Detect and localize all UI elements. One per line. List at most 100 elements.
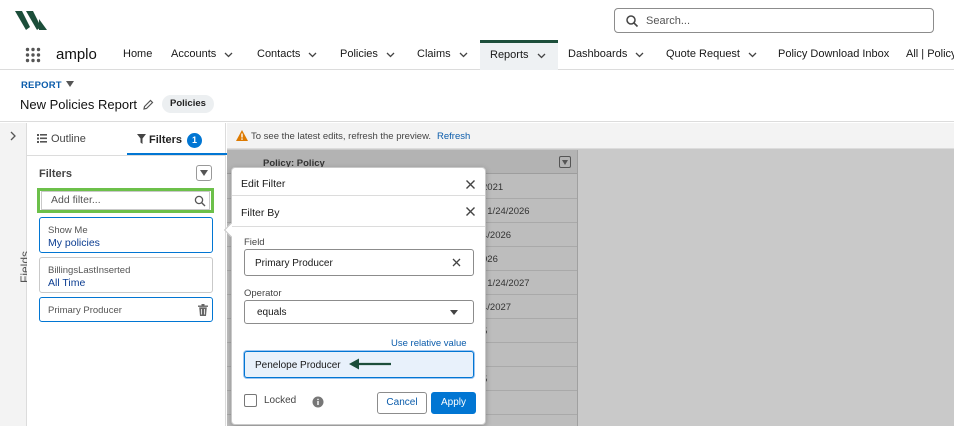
- report-type-badge: Policies: [162, 95, 214, 113]
- chevron-down-icon[interactable]: [386, 50, 395, 59]
- add-filter-highlight: Add filter...: [37, 188, 214, 213]
- trash-icon[interactable]: [198, 304, 208, 316]
- nav-item-all-policy[interactable]: All | Policy: [896, 40, 954, 70]
- close-icon[interactable]: [465, 179, 476, 190]
- tab-outline-label: Outline: [51, 133, 86, 145]
- operator-label: Operator: [244, 288, 282, 299]
- edit-filter-popover: Edit Filter Filter By Field Primary Prod…: [223, 167, 486, 425]
- filters-heading: Filters: [39, 168, 73, 180]
- cancel-button[interactable]: Cancel: [377, 392, 427, 414]
- list-icon: [37, 134, 47, 143]
- nav-item-label: Policies: [340, 48, 378, 60]
- arrow-left-icon: [349, 358, 391, 370]
- chevron-down-icon[interactable]: [459, 50, 468, 59]
- use-relative-value-link[interactable]: Use relative value: [391, 338, 467, 349]
- filter-card-show-me[interactable]: Show Me My policies: [39, 217, 213, 253]
- nav-item-contacts[interactable]: Contacts: [247, 40, 329, 70]
- clear-icon[interactable]: [452, 258, 461, 267]
- nav-item-label: Policy Download Inbox: [778, 48, 890, 60]
- tab-filters[interactable]: Filters 1: [137, 133, 203, 148]
- filter-card-primary-producer[interactable]: Primary Producer: [39, 297, 213, 322]
- info-icon[interactable]: [312, 396, 324, 408]
- filters-count-badge: 1: [187, 133, 203, 148]
- top-bar: Search...: [0, 0, 954, 40]
- notice-text: To see the latest edits, refresh the pre…: [251, 131, 432, 142]
- add-filter-input[interactable]: Add filter...: [41, 191, 210, 210]
- filter-name: BillingsLastInserted: [48, 265, 131, 276]
- filter-value: All Time: [48, 277, 86, 289]
- amplo-logo-icon[interactable]: [14, 8, 48, 32]
- refresh-link[interactable]: Refresh: [437, 131, 470, 142]
- warning-icon: [236, 130, 248, 141]
- nav-item-label: Dashboards: [568, 48, 628, 60]
- nav-item-policies[interactable]: Policies: [330, 40, 406, 70]
- nav-item-policy-download-inbox[interactable]: Policy Download Inbox: [768, 40, 896, 70]
- field-value: Primary Producer: [255, 258, 333, 269]
- operator-select[interactable]: equals: [244, 300, 474, 324]
- nav-item-label: Contacts: [257, 48, 301, 60]
- nav-item-reports[interactable]: Reports: [480, 40, 558, 70]
- search-icon: [194, 195, 206, 207]
- nav-item-dashboards[interactable]: Dashboards: [558, 40, 650, 70]
- table-cell: : 1/24/2027: [482, 278, 530, 289]
- nav-item-quote-request[interactable]: Quote Request: [656, 40, 766, 70]
- search-placeholder: Search...: [646, 15, 691, 27]
- locked-checkbox[interactable]: [244, 394, 257, 407]
- chevron-right-icon[interactable]: [9, 131, 17, 141]
- app-name: amplo: [56, 46, 97, 63]
- locked-label: Locked: [264, 395, 297, 406]
- refresh-notice: To see the latest edits, refresh the pre…: [227, 123, 954, 149]
- popover-title: Edit Filter: [241, 178, 286, 190]
- nav-item-label: Accounts: [171, 48, 217, 60]
- nav-item-claims[interactable]: Claims: [407, 40, 479, 70]
- popover-subtitle: Filter By: [241, 207, 280, 219]
- nav-item-accounts[interactable]: Accounts: [163, 40, 245, 70]
- chevron-down-icon[interactable]: [537, 51, 546, 60]
- outline-filters-panel: Outline Filters 1 Filters Add filter... S…: [27, 123, 227, 426]
- pencil-icon[interactable]: [143, 99, 154, 110]
- divider: [232, 195, 485, 196]
- app-launcher-icon[interactable]: [25, 47, 41, 63]
- divider: [232, 226, 485, 227]
- table-cell: : 1/24/2026: [482, 206, 530, 217]
- filter-name: Primary Producer: [48, 305, 122, 316]
- field-label: Field: [244, 237, 265, 248]
- tab-filters-label: Filters: [149, 134, 183, 146]
- apply-button[interactable]: Apply: [431, 392, 476, 414]
- fields-rail[interactable]: Fields: [0, 123, 32, 426]
- table-cell: 4/2026: [482, 230, 512, 241]
- chevron-down-icon[interactable]: [748, 50, 757, 59]
- app-nav-bar: amplo Home Accounts Contacts Policies Cl…: [0, 40, 954, 70]
- table-cell: 4/2027: [482, 302, 512, 313]
- filter-value-input[interactable]: Penelope Producer: [244, 351, 474, 378]
- chevron-down-icon[interactable]: [308, 50, 317, 59]
- field-combobox[interactable]: Primary Producer: [244, 249, 474, 276]
- add-filter-placeholder: Add filter...: [51, 194, 101, 206]
- report-header: REPORT New Policies Report Policies: [0, 70, 954, 122]
- global-search-input[interactable]: Search...: [614, 8, 934, 33]
- search-icon: [626, 15, 639, 28]
- caret-down-icon[interactable]: [66, 81, 74, 87]
- report-kind-label[interactable]: REPORT: [21, 80, 62, 91]
- nav-item-label: Quote Request: [666, 48, 740, 60]
- nav-item-home[interactable]: Home: [113, 40, 163, 70]
- filter-card-billings-last-inserted[interactable]: BillingsLastInserted All Time: [39, 257, 213, 293]
- nav-item-label: Home: [123, 48, 153, 60]
- filters-menu-button[interactable]: [196, 165, 212, 181]
- tab-outline[interactable]: Outline: [37, 133, 86, 145]
- nav-item-label: Reports: [490, 49, 529, 61]
- divider: [577, 150, 578, 426]
- chevron-down-icon[interactable]: [224, 50, 233, 59]
- filter-icon: [137, 134, 146, 144]
- filter-name: Show Me: [48, 225, 88, 236]
- chevron-down-icon[interactable]: [635, 50, 644, 59]
- caret-down-icon: [200, 170, 208, 176]
- operator-value: equals: [257, 307, 287, 318]
- caret-down-icon: [562, 160, 568, 165]
- filter-value-text: Penelope Producer: [255, 360, 341, 371]
- filter-value: My policies: [48, 237, 100, 249]
- column-menu-button[interactable]: [559, 156, 571, 168]
- report-title: New Policies Report: [20, 97, 138, 112]
- divider: [27, 155, 226, 156]
- close-icon[interactable]: [465, 206, 476, 217]
